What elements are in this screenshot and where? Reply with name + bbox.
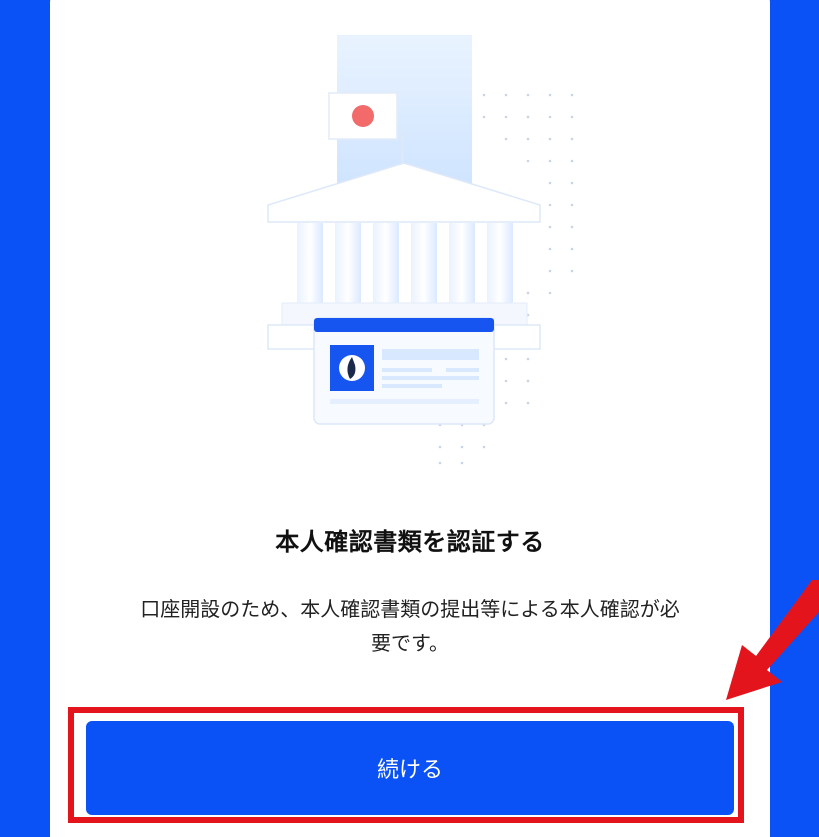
description-line-1: 口座開設のため、本人確認書類の提出等による本人確認が必 <box>140 597 680 621</box>
description-line-2: 要です。 <box>371 631 449 655</box>
description-text: 口座開設のため、本人確認書類の提出等による本人確認が必 要です。 <box>80 592 740 660</box>
continue-button[interactable]: 続ける <box>86 721 734 815</box>
bank-with-id-card-icon <box>267 35 574 465</box>
japan-flag-icon <box>328 92 398 140</box>
red-arrow-icon <box>726 580 819 700</box>
page-title: 本人確認書類を認証する <box>275 528 545 556</box>
page: 本人確認書類を認証する 口座開設のため、本人確認書類の提出等による本人確認が必 … <box>0 0 819 837</box>
